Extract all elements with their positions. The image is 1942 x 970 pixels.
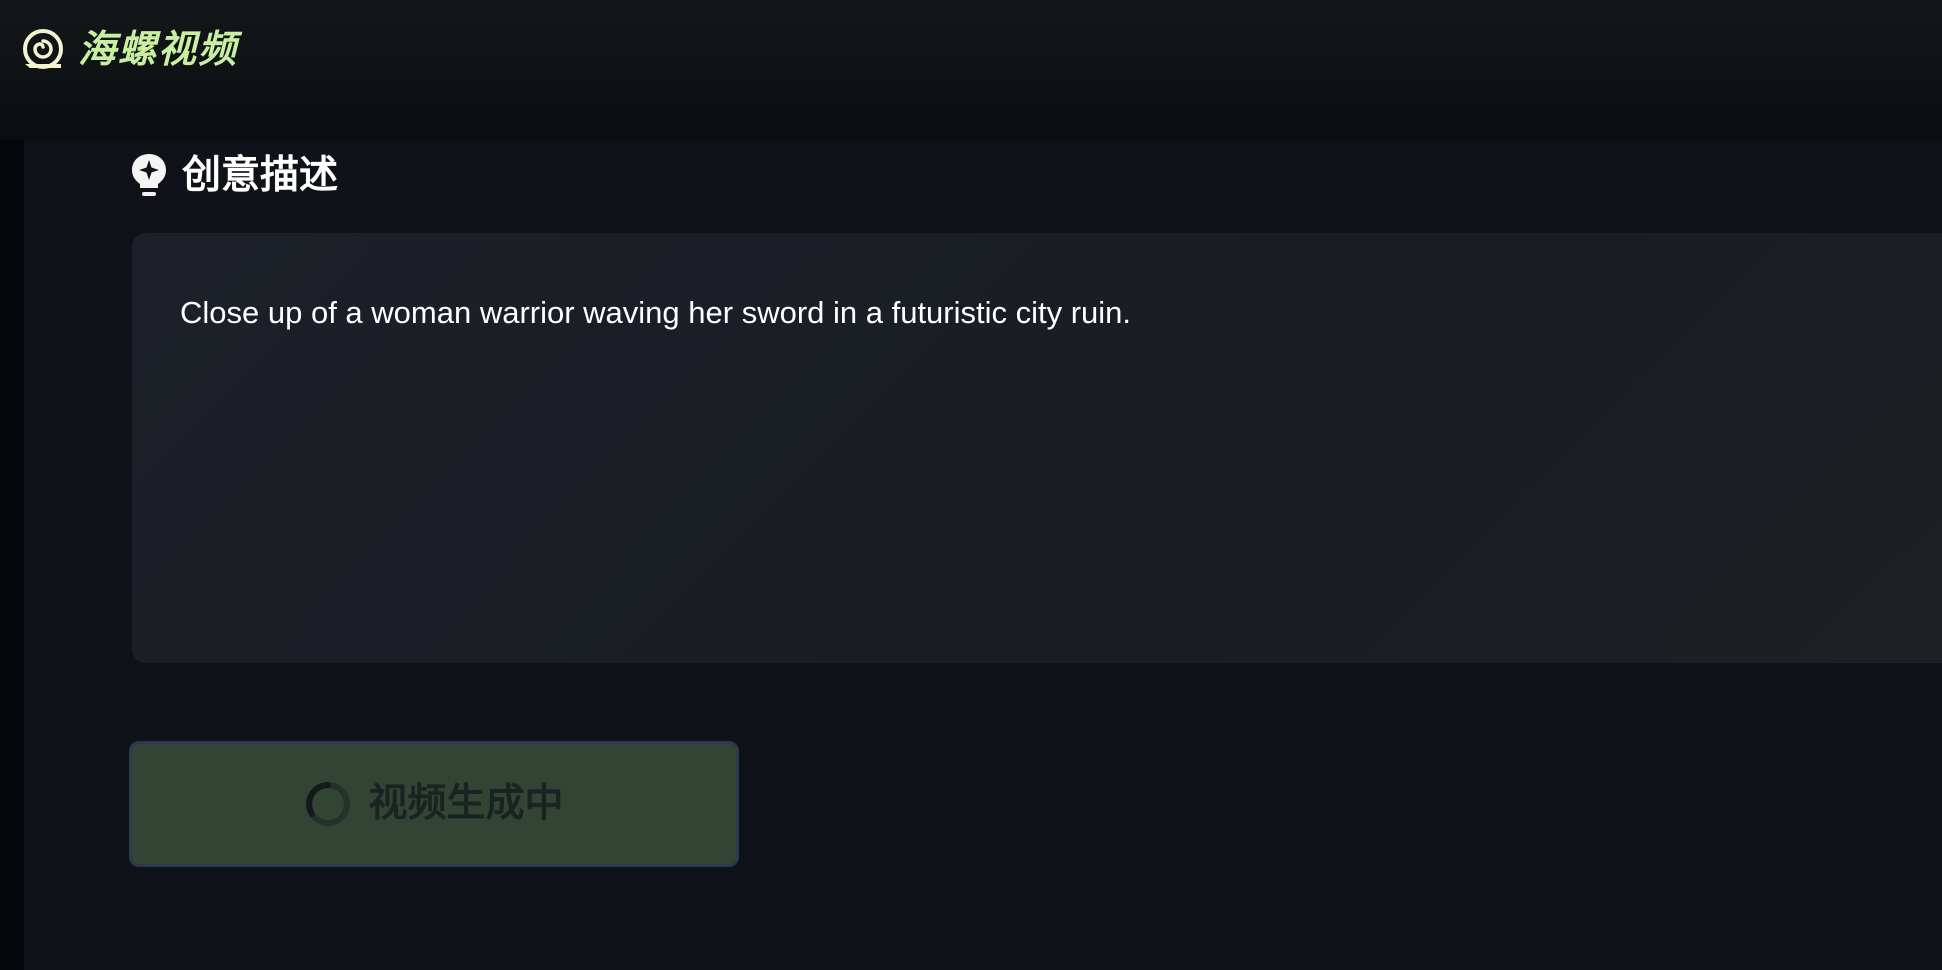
logo[interactable]: 海螺视频 xyxy=(22,28,238,70)
section-heading: 创意描述 xyxy=(130,152,338,200)
spinner-icon xyxy=(304,780,352,828)
prompt-textarea[interactable]: Close up of a woman warrior waving her s… xyxy=(132,233,1942,663)
page: 海螺视频 创意描述 Close up of a woman warrior wa… xyxy=(0,0,1942,970)
header-bar: 海螺视频 xyxy=(0,0,1942,140)
generate-video-button[interactable]: 视频生成中 xyxy=(129,741,739,867)
section-title: 创意描述 xyxy=(182,153,339,198)
generate-button-label: 视频生成中 xyxy=(368,781,564,826)
logo-text: 海螺视频 xyxy=(78,27,239,71)
snail-shell-icon xyxy=(22,28,64,70)
prompt-text: Close up of a woman warrior waving her s… xyxy=(180,295,1132,330)
lightbulb-sparkle-icon xyxy=(130,152,168,200)
